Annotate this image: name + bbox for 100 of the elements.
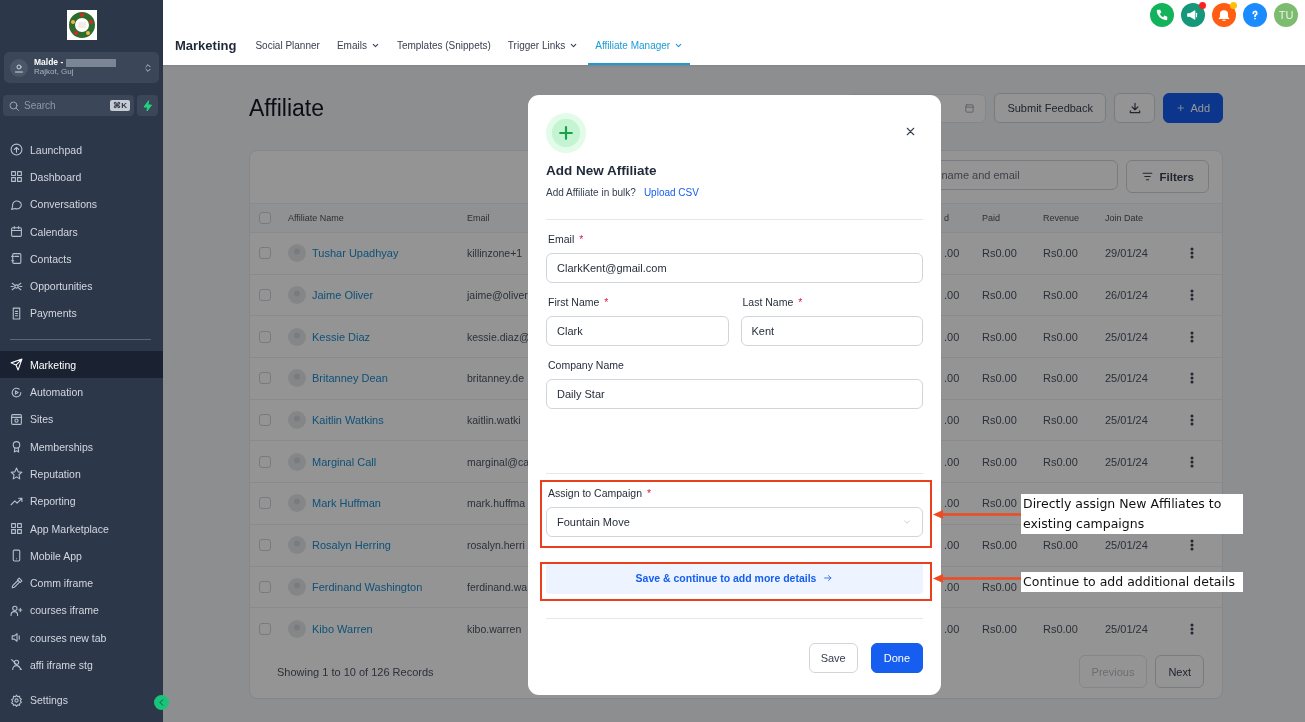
sidebar-item[interactable]: Payments [0, 299, 163, 328]
checkbox[interactable] [259, 497, 271, 510]
table-cell: .00 [944, 247, 960, 260]
checkbox[interactable] [259, 539, 271, 552]
filter-icon [1141, 170, 1155, 183]
account-switcher[interactable]: Malde - Rajkot, Guj [4, 52, 159, 83]
calendar-icon [10, 225, 23, 239]
table-cell: Rs0.00 [982, 414, 1017, 427]
checkbox[interactable] [259, 580, 271, 593]
table-cell: Rs0.00 [982, 289, 1017, 302]
campaign-select[interactable]: Fountain Move [546, 507, 923, 537]
sidebar-item[interactable]: Comm iframe [0, 569, 163, 597]
help-button[interactable] [1243, 3, 1267, 27]
sidebar-item[interactable]: Contacts [0, 245, 163, 273]
user-slash-icon [10, 658, 23, 672]
bell-button[interactable] [1212, 3, 1236, 27]
star-icon [10, 467, 23, 481]
table-cell: kaitlin.watki [467, 414, 521, 427]
download-button[interactable] [1114, 93, 1155, 123]
sidebar-item[interactable]: Sites [0, 405, 163, 433]
mobile-phone-icon [10, 549, 23, 563]
nav-tab[interactable]: Emails [329, 40, 387, 65]
input-field[interactable]: Clark [546, 316, 729, 346]
save-and-continue-button[interactable]: Save & continue to add more details [546, 562, 923, 594]
dialog-title: Add New Affiliate [546, 163, 658, 178]
megaphone-button[interactable] [1181, 3, 1205, 27]
sidebar-item[interactable]: Reputation [0, 460, 163, 488]
table-cell: .00 [944, 622, 960, 635]
checkbox[interactable] [259, 414, 271, 427]
nav-tab[interactable]: Social Planner [248, 40, 327, 65]
input-field[interactable]: Kent [740, 316, 923, 346]
search-bar[interactable]: Search ⌘K [3, 95, 134, 116]
input-field[interactable]: ClarkKent@gmail.com [546, 253, 923, 283]
sidebar-item[interactable]: Memberships [0, 432, 163, 461]
filters-button[interactable]: Filters [1126, 160, 1209, 193]
quick-action-button[interactable] [137, 95, 158, 116]
input-field[interactable]: Daily Star [546, 379, 923, 409]
sidebar-item[interactable]: Marketing [0, 351, 163, 379]
table-cell: Rs0.00 [982, 580, 1017, 593]
sidebar-item[interactable]: Launchpad [0, 136, 163, 164]
nav-tab[interactable]: Templates (Snippets) [389, 40, 498, 65]
add-button[interactable]: Add [1163, 93, 1223, 123]
table-cell: 25/01/24 [1105, 622, 1148, 635]
sidebar-item[interactable]: Dashboard [0, 163, 163, 191]
bulk-prompt: Add Affiliate in bulk? [546, 187, 636, 198]
sidebar-item[interactable]: affi iframe stg [0, 651, 163, 679]
feedback-button[interactable]: Submit Feedback [994, 93, 1106, 123]
sidebar-item[interactable]: Mobile App [0, 542, 163, 570]
play-circle-icon [10, 385, 23, 399]
chevron-down-icon [902, 517, 912, 527]
receipt-icon [10, 306, 23, 320]
arrow-right-icon [823, 573, 834, 583]
sidebar-item[interactable]: Calendars [0, 217, 163, 246]
pagination-button[interactable]: Next [1155, 655, 1204, 688]
checkbox[interactable] [259, 212, 271, 224]
sidebar-item[interactable]: Settings [0, 686, 151, 714]
sidebar-item[interactable]: courses new tab [0, 624, 163, 652]
location-avatar-icon [10, 58, 28, 77]
required-mark: * [604, 296, 609, 308]
table-cell: Rs0.00 [1043, 372, 1078, 385]
table-cell: kibo.warren [467, 622, 522, 635]
browser-window-icon [10, 412, 23, 426]
table-cell: Rs0.00 [982, 497, 1017, 510]
sidebar-item[interactable]: courses iframe [0, 596, 163, 625]
field-label: Company Name [548, 359, 624, 371]
required-mark: * [579, 233, 584, 245]
close-button[interactable] [904, 125, 917, 138]
save-button[interactable]: Save [808, 643, 858, 673]
column-header: Join Date [1105, 213, 1144, 223]
table-cell: ferdinand.wa [467, 580, 528, 593]
sidebar-item[interactable]: Conversations [0, 190, 163, 218]
sidebar-item[interactable]: Reporting [0, 487, 163, 515]
phone-button[interactable] [1150, 3, 1174, 27]
chevron-left-icon [157, 698, 166, 707]
upload-csv-link[interactable]: Upload CSV [643, 187, 699, 198]
checkbox[interactable] [259, 622, 271, 635]
checkbox[interactable] [259, 455, 271, 468]
search-field[interactable]: name and email [939, 168, 1118, 182]
table-cell: 25/01/24 [1105, 414, 1148, 427]
sidebar-item[interactable]: Automation [0, 378, 163, 406]
table-cell: Rs0.00 [1043, 330, 1078, 343]
avatar-icon [288, 286, 306, 305]
sidebar-item[interactable]: App Marketplace [0, 514, 163, 543]
table-cell: .00 [944, 580, 960, 593]
grid-icon [10, 522, 23, 535]
checkbox[interactable] [259, 330, 271, 343]
avatar-icon [288, 536, 306, 555]
settings-icon [10, 693, 23, 707]
table-cell: jaime@oliver [467, 289, 528, 302]
table-cell: 25/01/24 [1105, 330, 1148, 343]
nav-tab[interactable]: Trigger Links [500, 40, 586, 65]
checkbox[interactable] [259, 289, 271, 302]
done-button[interactable]: Done [870, 643, 923, 673]
search-field[interactable]: Search [24, 100, 107, 111]
checkbox[interactable] [259, 372, 271, 385]
avatar-icon [288, 494, 306, 513]
checkbox[interactable] [259, 247, 271, 260]
search-icon [8, 99, 20, 112]
sidebar-item[interactable]: Opportunities [0, 272, 163, 300]
column-header: Affiliate Name [288, 213, 344, 223]
